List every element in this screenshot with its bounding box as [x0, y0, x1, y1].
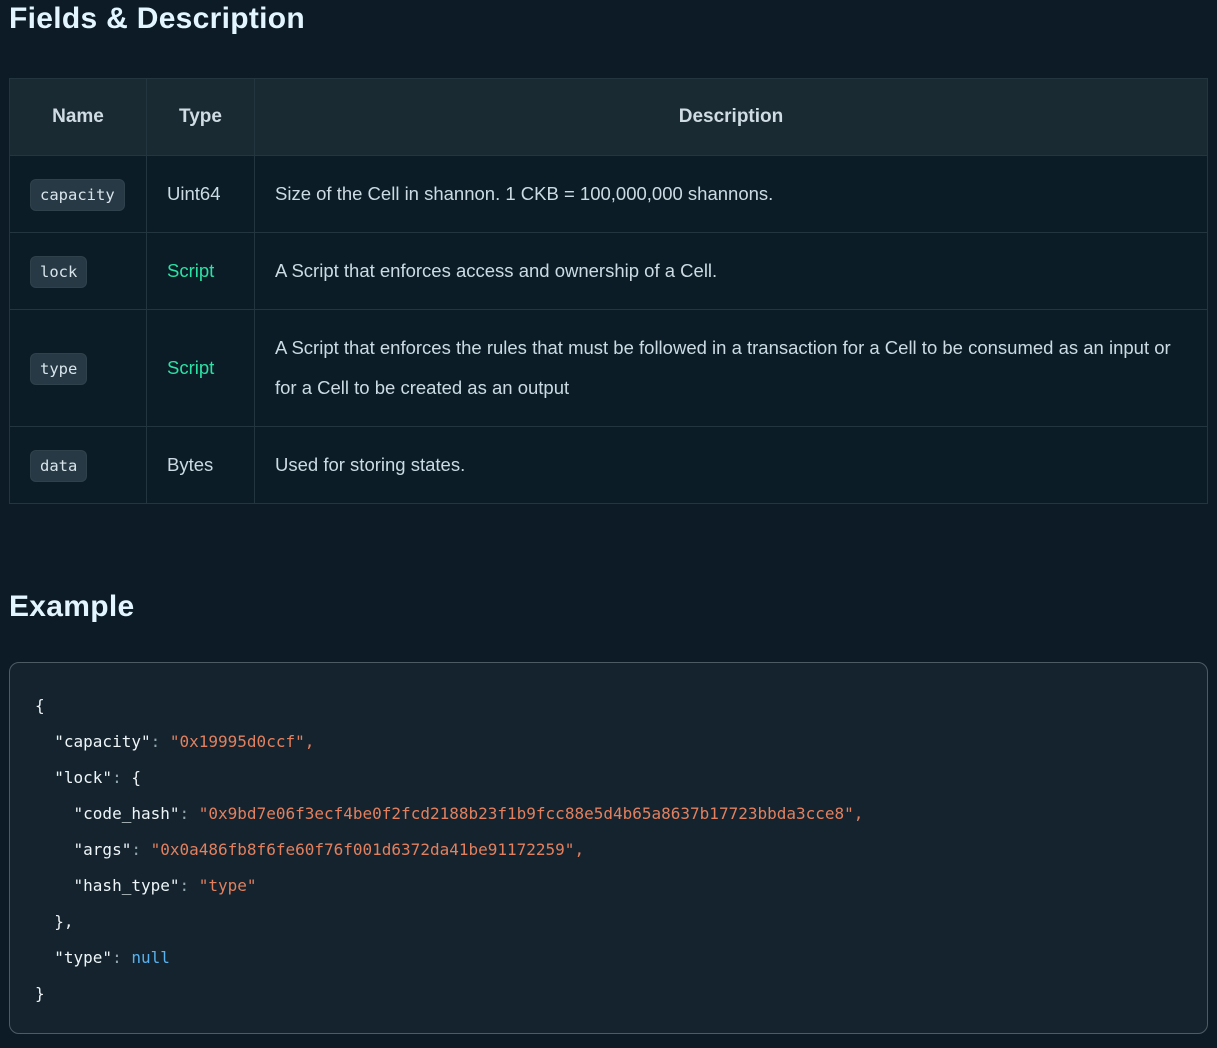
code-token-key: "args": [74, 840, 132, 859]
fields-table: Name Type Description capacity Uint64 Si…: [9, 78, 1208, 504]
code-token-punct: [35, 948, 54, 967]
code-token-punct: }: [35, 984, 45, 1003]
code-token-punct: [35, 876, 74, 895]
type-link[interactable]: Script: [167, 260, 214, 281]
table-row: type Script A Script that enforces the r…: [10, 310, 1208, 427]
code-token-punct: [35, 768, 54, 787]
page: Fields & Description Name Type Descripti…: [0, 0, 1217, 1048]
inline-code-field-name: data: [30, 450, 87, 482]
code-token-key: "code_hash": [74, 804, 180, 823]
code-line: "hash_type": "type": [35, 868, 1183, 904]
code-token-punct: [35, 732, 54, 751]
header-row: Name Type Description: [10, 79, 1208, 156]
fields-table-head: Name Type Description: [10, 79, 1208, 156]
name-cell: data: [10, 427, 147, 504]
code-token-colon: :: [180, 804, 199, 823]
description-cell: A Script that enforces access and owners…: [255, 233, 1208, 310]
description-cell: Size of the Cell in shannon. 1 CKB = 100…: [255, 156, 1208, 233]
inline-code-field-name: lock: [30, 256, 87, 288]
code-token-colon: :: [131, 840, 150, 859]
table-row: capacity Uint64 Size of the Cell in shan…: [10, 156, 1208, 233]
code-token-str: "0x19995d0ccf",: [170, 732, 315, 751]
table-row: data Bytes Used for storing states.: [10, 427, 1208, 504]
code-line: },: [35, 904, 1183, 940]
code-token-punct: {: [35, 696, 45, 715]
code-line: }: [35, 976, 1183, 1012]
name-cell: capacity: [10, 156, 147, 233]
description-cell: A Script that enforces the rules that mu…: [255, 310, 1208, 427]
code-token-punct: },: [35, 912, 74, 931]
name-cell: type: [10, 310, 147, 427]
column-header-name: Name: [10, 79, 147, 156]
code-token-colon: :: [180, 876, 199, 895]
example-heading: Example: [9, 588, 1208, 626]
code-token-str: "type": [199, 876, 257, 895]
fields-table-body: capacity Uint64 Size of the Cell in shan…: [10, 156, 1208, 504]
name-cell: lock: [10, 233, 147, 310]
code-token-str: "0x0a486fb8f6fe60f76f001d6372da41be91172…: [151, 840, 584, 859]
code-line: {: [35, 688, 1183, 724]
code-token-key: "hash_type": [74, 876, 180, 895]
code-token-str: "0x9bd7e06f3ecf4be0f2fcd2188b23f1b9fcc88…: [199, 804, 864, 823]
type-cell: Uint64: [147, 156, 255, 233]
type-cell: Script: [147, 310, 255, 427]
inline-code-field-name: type: [30, 353, 87, 385]
code-token-punct: [35, 840, 74, 859]
type-cell: Script: [147, 233, 255, 310]
code-block: { "capacity": "0x19995d0ccf", "lock": { …: [9, 662, 1208, 1034]
code-token-colon: :: [151, 732, 170, 751]
inline-code-field-name: capacity: [30, 179, 125, 211]
code-line: "lock": {: [35, 760, 1183, 796]
code-line: "type": null: [35, 940, 1183, 976]
type-cell: Bytes: [147, 427, 255, 504]
code-line: "code_hash": "0x9bd7e06f3ecf4be0f2fcd218…: [35, 796, 1183, 832]
column-header-type: Type: [147, 79, 255, 156]
type-text: Bytes: [167, 454, 213, 475]
code-token-colon: :: [112, 768, 131, 787]
description-cell: Used for storing states.: [255, 427, 1208, 504]
code-token-punct: {: [131, 768, 141, 787]
code-line: "args": "0x0a486fb8f6fe60f76f001d6372da4…: [35, 832, 1183, 868]
code-token-key: "capacity": [54, 732, 150, 751]
code-token-key: "lock": [54, 768, 112, 787]
code-token-null: null: [131, 948, 170, 967]
table-row: lock Script A Script that enforces acces…: [10, 233, 1208, 310]
type-text: Uint64: [167, 183, 220, 204]
code-token-punct: [35, 804, 74, 823]
type-link[interactable]: Script: [167, 357, 214, 378]
code-token-key: "type": [54, 948, 112, 967]
code-line: "capacity": "0x19995d0ccf",: [35, 724, 1183, 760]
code-token-colon: :: [112, 948, 131, 967]
fields-description-heading: Fields & Description: [9, 0, 1208, 38]
column-header-description: Description: [255, 79, 1208, 156]
